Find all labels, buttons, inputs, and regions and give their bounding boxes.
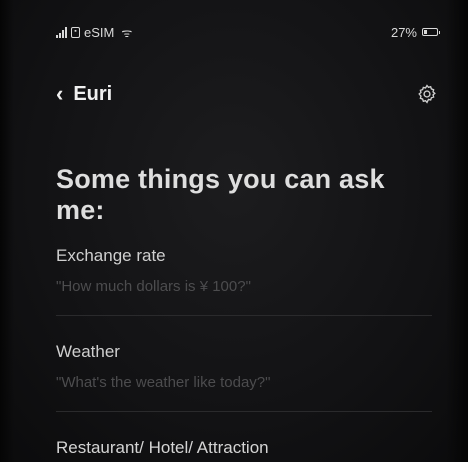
phone-edge [0,0,14,462]
app-screen: ▪ eSIM ᯤ 27% ‹ Euri Some things you can … [0,0,468,462]
status-bar: ▪ eSIM ᯤ 27% [56,20,440,44]
suggestion-example: "What's the weather like today?" [56,374,271,391]
carrier-label: eSIM [84,24,115,40]
suggestion-item-weather[interactable]: Weather "What's the weather like today?" [56,342,432,391]
gear-icon[interactable] [416,83,438,105]
wifi-icon: ᯤ [121,25,133,40]
suggestion-example: "How much dollars is ¥ 100?" [56,278,251,295]
suggestion-title: Exchange rate [56,246,166,265]
sim-icon: ▪ [71,26,80,38]
battery-icon [422,28,440,36]
chevron-left-icon[interactable]: ‹ [56,83,63,105]
battery-percent: 27% [390,24,417,40]
divider [56,411,432,412]
suggestions-heading: Some things you can ask me: [56,164,385,225]
suggestion-item-exchange-rate[interactable]: Exchange rate "How much dollars is ¥ 100… [56,246,432,295]
status-right: 27% [390,24,440,40]
suggestion-title: Weather [56,342,120,361]
suggestion-title: Restaurant/ Hotel/ Attraction [56,438,269,457]
divider [56,315,432,316]
status-left: ▪ eSIM ᯤ [56,24,132,41]
signal-icon [56,26,67,38]
battery-fill [424,30,428,34]
suggestions-panel: Some things you can ask me: Exchange rat… [56,164,432,458]
page-title: Euri [73,82,113,105]
phone-edge [446,0,468,462]
back-button[interactable]: ‹ Euri [56,83,112,106]
header: ‹ Euri [56,74,438,114]
suggestion-item-restaurant-hotel-attraction[interactable]: Restaurant/ Hotel/ Attraction [56,438,432,458]
